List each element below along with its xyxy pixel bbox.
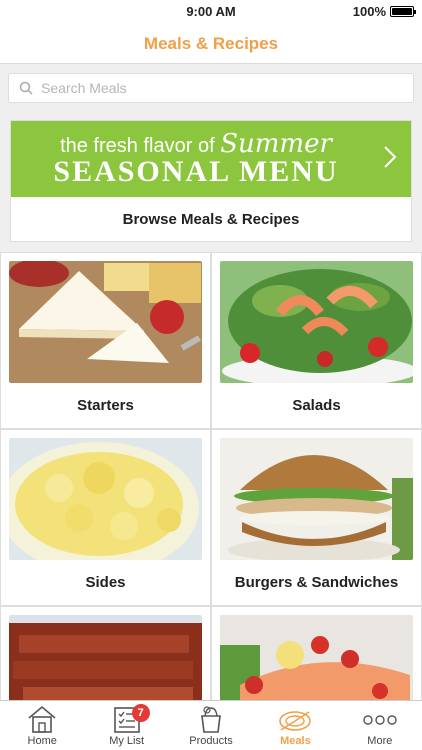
battery-percent: 100% xyxy=(352,4,386,19)
tab-home[interactable]: Home xyxy=(0,701,84,750)
search-input[interactable] xyxy=(41,80,413,96)
tab-label: Home xyxy=(27,735,57,747)
bag-icon xyxy=(201,706,221,733)
sides-image xyxy=(9,438,202,560)
nav-bar: Meals & Recipes xyxy=(0,24,422,64)
search-bar xyxy=(0,65,422,110)
list-count-badge: 7 xyxy=(131,704,150,722)
salads-image xyxy=(220,261,413,383)
more-icon xyxy=(363,715,397,725)
category-label: Sides xyxy=(85,574,126,591)
status-bar: 9:00 AM 100% xyxy=(0,0,422,24)
tab-meals[interactable]: Meals xyxy=(253,701,337,750)
starters-image xyxy=(9,261,202,383)
battery-icon xyxy=(390,6,416,17)
seasonal-menu-card[interactable]: the fresh flavor of Summer SEASONAL MENU… xyxy=(10,120,412,242)
tab-label: My List xyxy=(109,735,145,747)
promo-headline: SEASONAL MENU xyxy=(53,155,339,188)
tab-label: Meals xyxy=(280,735,311,747)
category-label: Burgers & Sandwiches xyxy=(234,574,399,591)
promo-tagline-prefix: the fresh flavor of xyxy=(60,135,215,157)
browse-meals-button[interactable]: Browse Meals & Recipes xyxy=(11,197,411,242)
seasonal-menu-banner[interactable]: the fresh flavor of Summer SEASONAL MENU xyxy=(11,121,411,197)
burgers-sandwiches-image xyxy=(220,438,413,560)
tab-label: More xyxy=(367,735,393,747)
category-tile-burgers-sandwiches[interactable]: Burgers & Sandwiches xyxy=(211,429,422,606)
category-tile-starters[interactable]: Starters xyxy=(0,252,211,429)
category-label: Starters xyxy=(77,397,134,414)
page-title: Meals & Recipes xyxy=(143,34,279,53)
search-icon xyxy=(19,81,33,95)
search-field[interactable] xyxy=(8,73,414,103)
plate-icon xyxy=(279,711,312,731)
chevron-right-icon[interactable] xyxy=(383,145,397,169)
tab-my-list[interactable]: 7 My List xyxy=(84,701,168,750)
tab-label: Products xyxy=(189,735,233,747)
category-grid: Starters Salads Sides Burgers & Sandwich… xyxy=(0,252,422,750)
category-tile-sides[interactable]: Sides xyxy=(0,429,211,606)
status-battery: 100% xyxy=(352,4,416,19)
category-tile-salads[interactable]: Salads xyxy=(211,252,422,429)
tab-bar: Home 7 My List Products Meals More xyxy=(0,700,422,750)
category-label: Salads xyxy=(292,397,341,414)
home-icon xyxy=(28,705,56,733)
tab-products[interactable]: Products xyxy=(169,701,253,750)
tab-more[interactable]: More xyxy=(338,701,422,750)
